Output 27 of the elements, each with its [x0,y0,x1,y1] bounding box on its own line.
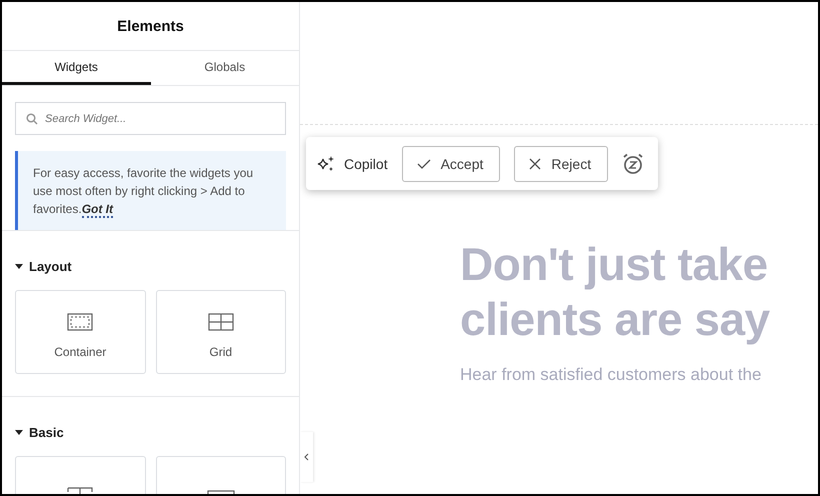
category-title[interactable]: Basic [29,425,64,440]
widget-label: Container [54,345,106,359]
checkmark-icon [416,158,431,168]
close-icon [529,158,542,170]
hero-heading-line: Don't just take [460,237,768,292]
snooze-clock-icon[interactable] [622,152,644,174]
widget-card[interactable]: Container [15,290,146,374]
category-title[interactable]: Layout [29,259,72,274]
hero-subtitle: Hear from satisfied customers about the [460,365,762,385]
copilot-accept-button[interactable]: Accept [402,146,500,182]
copilot-reject-button[interactable]: Reject [514,146,608,182]
tip-text: For easy access, favorite the widgets you use most often by right clicking > Add to favorites.Got It [33,165,254,218]
search-field[interactable]: Search Widget... [15,102,286,135]
dashed-rectangle-icon [67,313,94,331]
panel-title: Elements [2,2,299,51]
caret-icon[interactable] [15,264,23,269]
widget-card[interactable]: Grid [156,290,286,374]
sparkle-icon [316,154,336,172]
widget-label: Grid [209,345,232,359]
chevron-left-icon [304,453,309,461]
panel-tab[interactable]: Globals [150,51,299,85]
caret-icon[interactable] [15,430,23,435]
copilot-label: Copilot [344,156,388,172]
hero-heading-line: clients are say [460,292,770,347]
panel-tab[interactable]: Widgets [2,51,150,85]
grid-icon [208,313,234,331]
got-it-link[interactable]: Got It [82,202,114,218]
